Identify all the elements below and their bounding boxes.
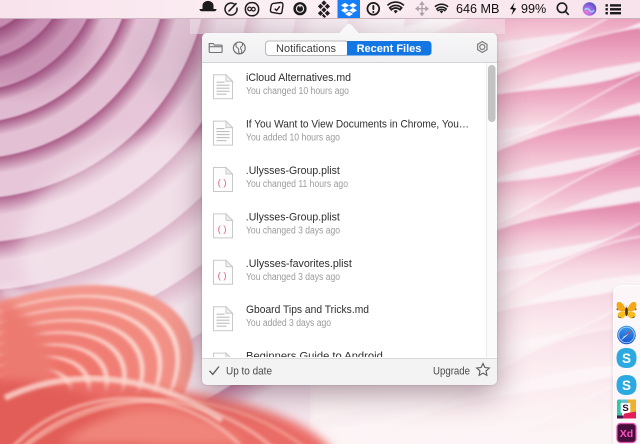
svg-text:You changed 11 hours ago: You changed 11 hours ago — [246, 179, 348, 190]
svg-text:You added 3 days ago: You added 3 days ago — [246, 318, 331, 329]
svg-text:iCloud Alternatives.md: iCloud Alternatives.md — [246, 72, 351, 84]
svg-text:Gboard Tips and Tricks.md: Gboard Tips and Tricks.md — [246, 304, 369, 316]
svg-text:Notifications: Notifications — [276, 43, 336, 55]
svg-text:Upgrade: Upgrade — [433, 365, 470, 377]
svg-text:You added 10 hours ago: You added 10 hours ago — [246, 133, 340, 144]
svg-text:.Ulysses-Group.plist: .Ulysses-Group.plist — [246, 211, 341, 223]
svg-text:99%: 99% — [521, 2, 546, 16]
svg-text:You changed 3 days ago: You changed 3 days ago — [246, 272, 340, 283]
svg-text:Up to date: Up to date — [226, 365, 272, 377]
svg-text:Beginners Guide to Android…: Beginners Guide to Android… — [246, 351, 394, 357]
svg-text:646 MB: 646 MB — [456, 2, 499, 16]
svg-text:Recent Files: Recent Files — [357, 43, 422, 55]
svg-text:You changed 10 hours ago: You changed 10 hours ago — [246, 86, 349, 97]
svg-text:Xd: Xd — [620, 428, 633, 440]
svg-text:.Ulysses-Group.plist: .Ulysses-Group.plist — [246, 165, 341, 177]
svg-text:S: S — [622, 378, 631, 393]
svg-text:S: S — [622, 403, 628, 414]
svg-text:You changed 3 days ago: You changed 3 days ago — [246, 225, 340, 236]
svg-text:If You Want to View Documents: If You Want to View Documents in Chrome,… — [246, 119, 469, 131]
svg-text:.Ulysses-favorites.plist: .Ulysses-favorites.plist — [246, 258, 353, 270]
svg-text:S: S — [622, 351, 631, 366]
